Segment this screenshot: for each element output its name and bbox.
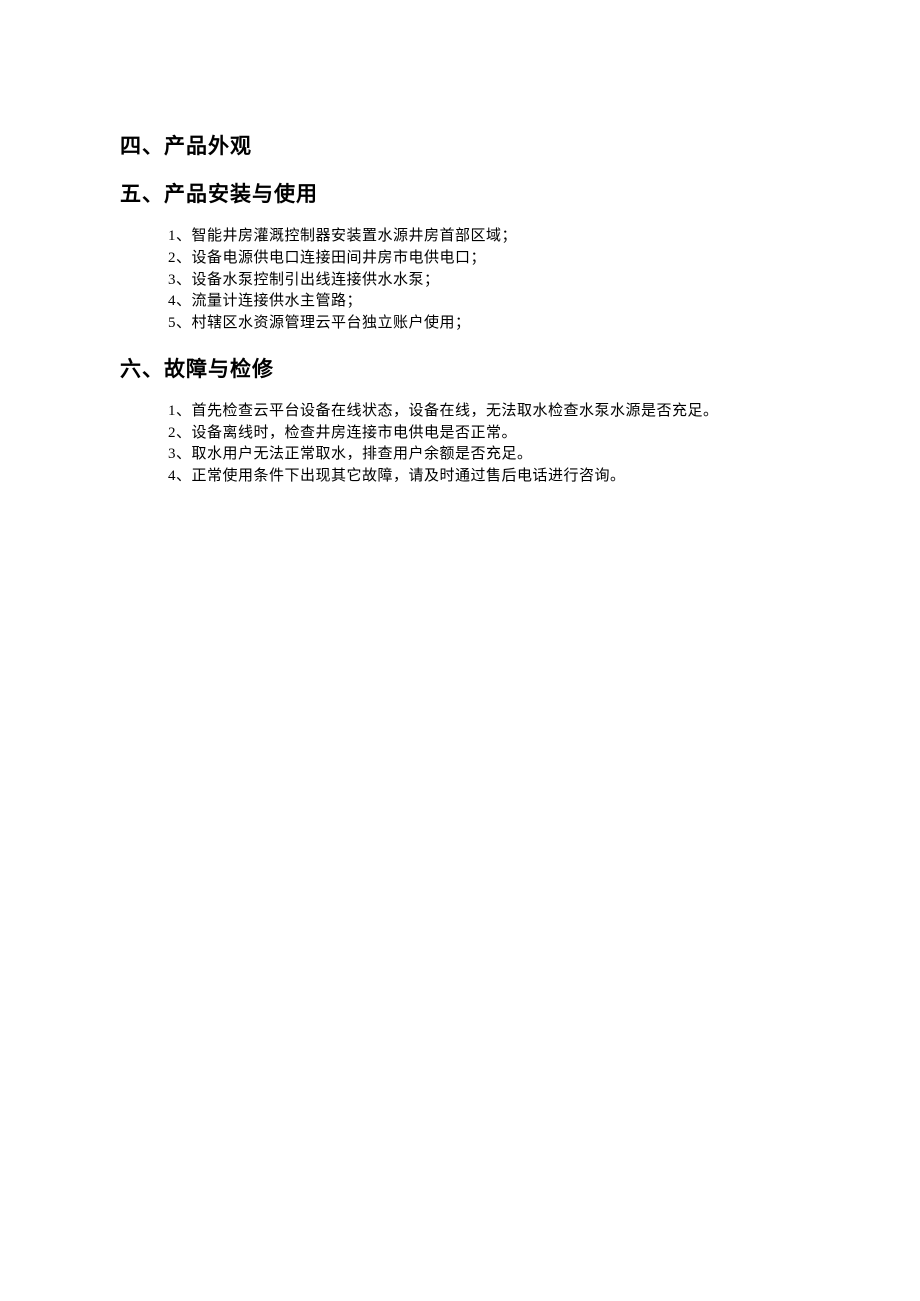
- item-number: 3、: [168, 272, 192, 288]
- list-item: 4、正常使用条件下出现其它故障，请及时通过售后电话进行咨询。: [168, 466, 800, 488]
- list-item: 2、设备电源供电口连接田间井房市电供电口；: [168, 248, 800, 270]
- item-text: 智能井房灌溉控制器安装置水源井房首部区域；: [192, 228, 518, 244]
- section-5-heading: 五、产品安装与使用: [120, 178, 800, 208]
- item-number: 1、: [168, 228, 192, 244]
- item-text: 流量计连接供水主管路；: [192, 293, 363, 309]
- item-text: 设备电源供电口连接田间井房市电供电口；: [192, 250, 487, 266]
- item-number: 5、: [168, 315, 192, 331]
- section-4-heading: 四、产品外观: [120, 130, 800, 160]
- item-text: 设备离线时，检查井房连接市电供电是否正常。: [192, 425, 518, 441]
- item-text: 设备水泵控制引出线连接供水水泵；: [192, 272, 440, 288]
- list-item: 5、村辖区水资源管理云平台独立账户使用；: [168, 313, 800, 335]
- item-number: 4、: [168, 468, 192, 484]
- section-6-list: 1、首先检查云平台设备在线状态，设备在线，无法取水检查水泵水源是否充足。 2、设…: [120, 401, 800, 488]
- list-item: 1、首先检查云平台设备在线状态，设备在线，无法取水检查水泵水源是否充足。: [168, 401, 800, 423]
- list-item: 2、设备离线时，检查井房连接市电供电是否正常。: [168, 423, 800, 445]
- item-number: 1、: [168, 403, 192, 419]
- item-number: 4、: [168, 293, 192, 309]
- item-number: 2、: [168, 250, 192, 266]
- list-item: 3、取水用户无法正常取水，排查用户余额是否充足。: [168, 444, 800, 466]
- item-text: 村辖区水资源管理云平台独立账户使用；: [192, 315, 471, 331]
- section-6-heading: 六、故障与检修: [120, 353, 800, 383]
- item-text: 首先检查云平台设备在线状态，设备在线，无法取水检查水泵水源是否充足。: [192, 403, 719, 419]
- item-text: 正常使用条件下出现其它故障，请及时通过售后电话进行咨询。: [192, 468, 626, 484]
- list-item: 3、设备水泵控制引出线连接供水水泵；: [168, 270, 800, 292]
- list-item: 4、流量计连接供水主管路；: [168, 291, 800, 313]
- item-number: 2、: [168, 425, 192, 441]
- list-item: 1、智能井房灌溉控制器安装置水源井房首部区域；: [168, 226, 800, 248]
- item-text: 取水用户无法正常取水，排查用户余额是否充足。: [192, 446, 533, 462]
- item-number: 3、: [168, 446, 192, 462]
- section-5-list: 1、智能井房灌溉控制器安装置水源井房首部区域； 2、设备电源供电口连接田间井房市…: [120, 226, 800, 335]
